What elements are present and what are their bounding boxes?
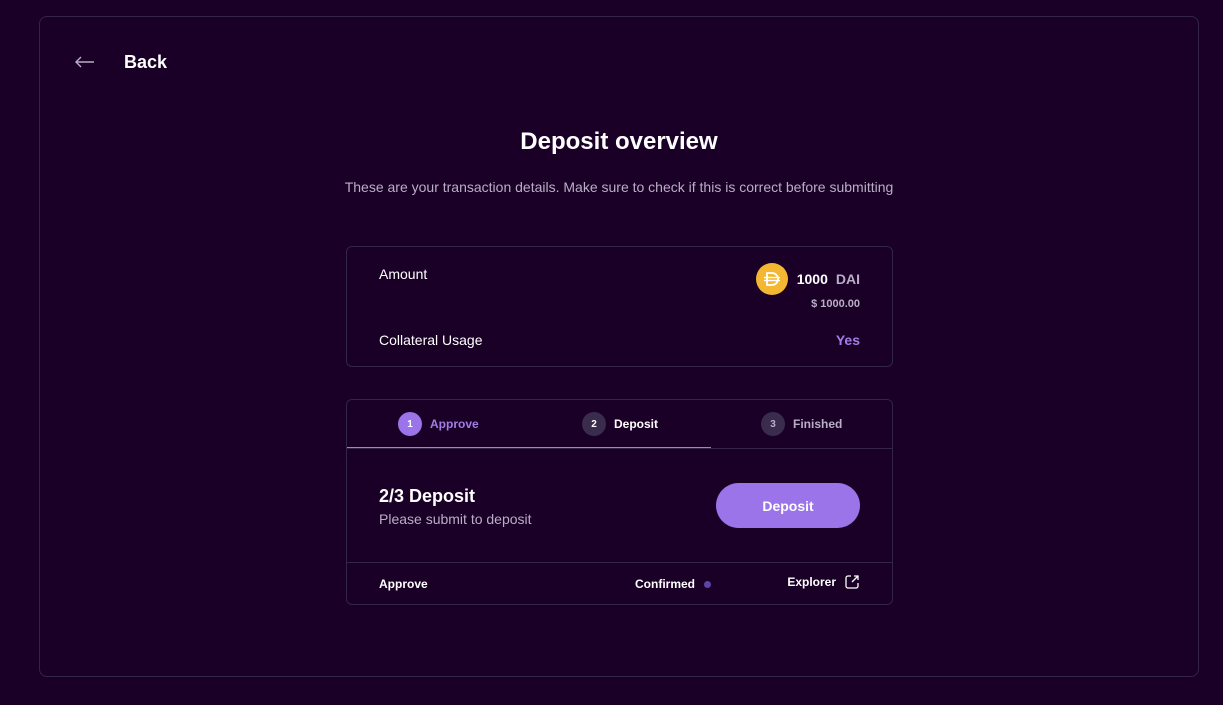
step-deposit: 2 Deposit — [582, 412, 658, 436]
amount-label: Amount — [379, 266, 428, 282]
collateral-usage-value: Yes — [835, 332, 860, 348]
collateral-usage-label: Collateral Usage — [379, 332, 483, 348]
step-finished: 3 Finished — [761, 412, 842, 436]
deposit-overview-frame: Back Deposit overview These are your tra… — [39, 16, 1199, 677]
amount-display: 1000 DAI — [755, 263, 860, 295]
deposit-button[interactable]: Deposit — [716, 483, 860, 528]
step-label: Approve — [430, 417, 479, 431]
current-step-description: Please submit to deposit — [379, 511, 532, 527]
approval-status-label: Approve — [379, 577, 428, 591]
step-number: 2 — [582, 412, 606, 436]
explorer-link[interactable]: Explorer — [787, 574, 860, 590]
current-step-title: 2/3 Deposit — [379, 486, 476, 506]
step-label: Deposit — [614, 417, 659, 431]
page-title: Deposit overview — [520, 128, 718, 155]
step-number: 3 — [761, 412, 785, 436]
approval-status: Confirmed — [635, 577, 711, 591]
approval-status-row: Approve Confirmed Explorer — [347, 562, 892, 605]
amount-usd: $ 1000.00 — [811, 298, 860, 310]
transaction-details-panel: Amount 1000 DAI $ 1000.00 Collateral Usa… — [346, 246, 893, 367]
step-number: 1 — [398, 412, 422, 436]
explorer-label: Explorer — [787, 575, 836, 589]
step-label: Finished — [793, 417, 843, 431]
back-label: Back — [124, 51, 168, 72]
transaction-steps-panel: 1 Approve 2 Deposit 3 Finished 2/3 Depos… — [346, 399, 893, 605]
amount-symbol: DAI — [835, 271, 860, 287]
status-dot-icon — [704, 580, 711, 588]
external-link-icon — [844, 574, 860, 590]
amount-value: 1000 — [796, 271, 828, 287]
arrow-left-icon — [74, 51, 96, 73]
approval-status-value: Confirmed — [635, 577, 695, 591]
stepper: 1 Approve 2 Deposit 3 Finished — [347, 400, 892, 449]
back-button[interactable]: Back — [74, 51, 167, 73]
step-approve: 1 Approve — [398, 412, 479, 436]
dai-icon — [755, 263, 788, 295]
page-subtitle: These are your transaction details. Make… — [344, 179, 894, 195]
stepper-progress-bar — [347, 447, 711, 448]
